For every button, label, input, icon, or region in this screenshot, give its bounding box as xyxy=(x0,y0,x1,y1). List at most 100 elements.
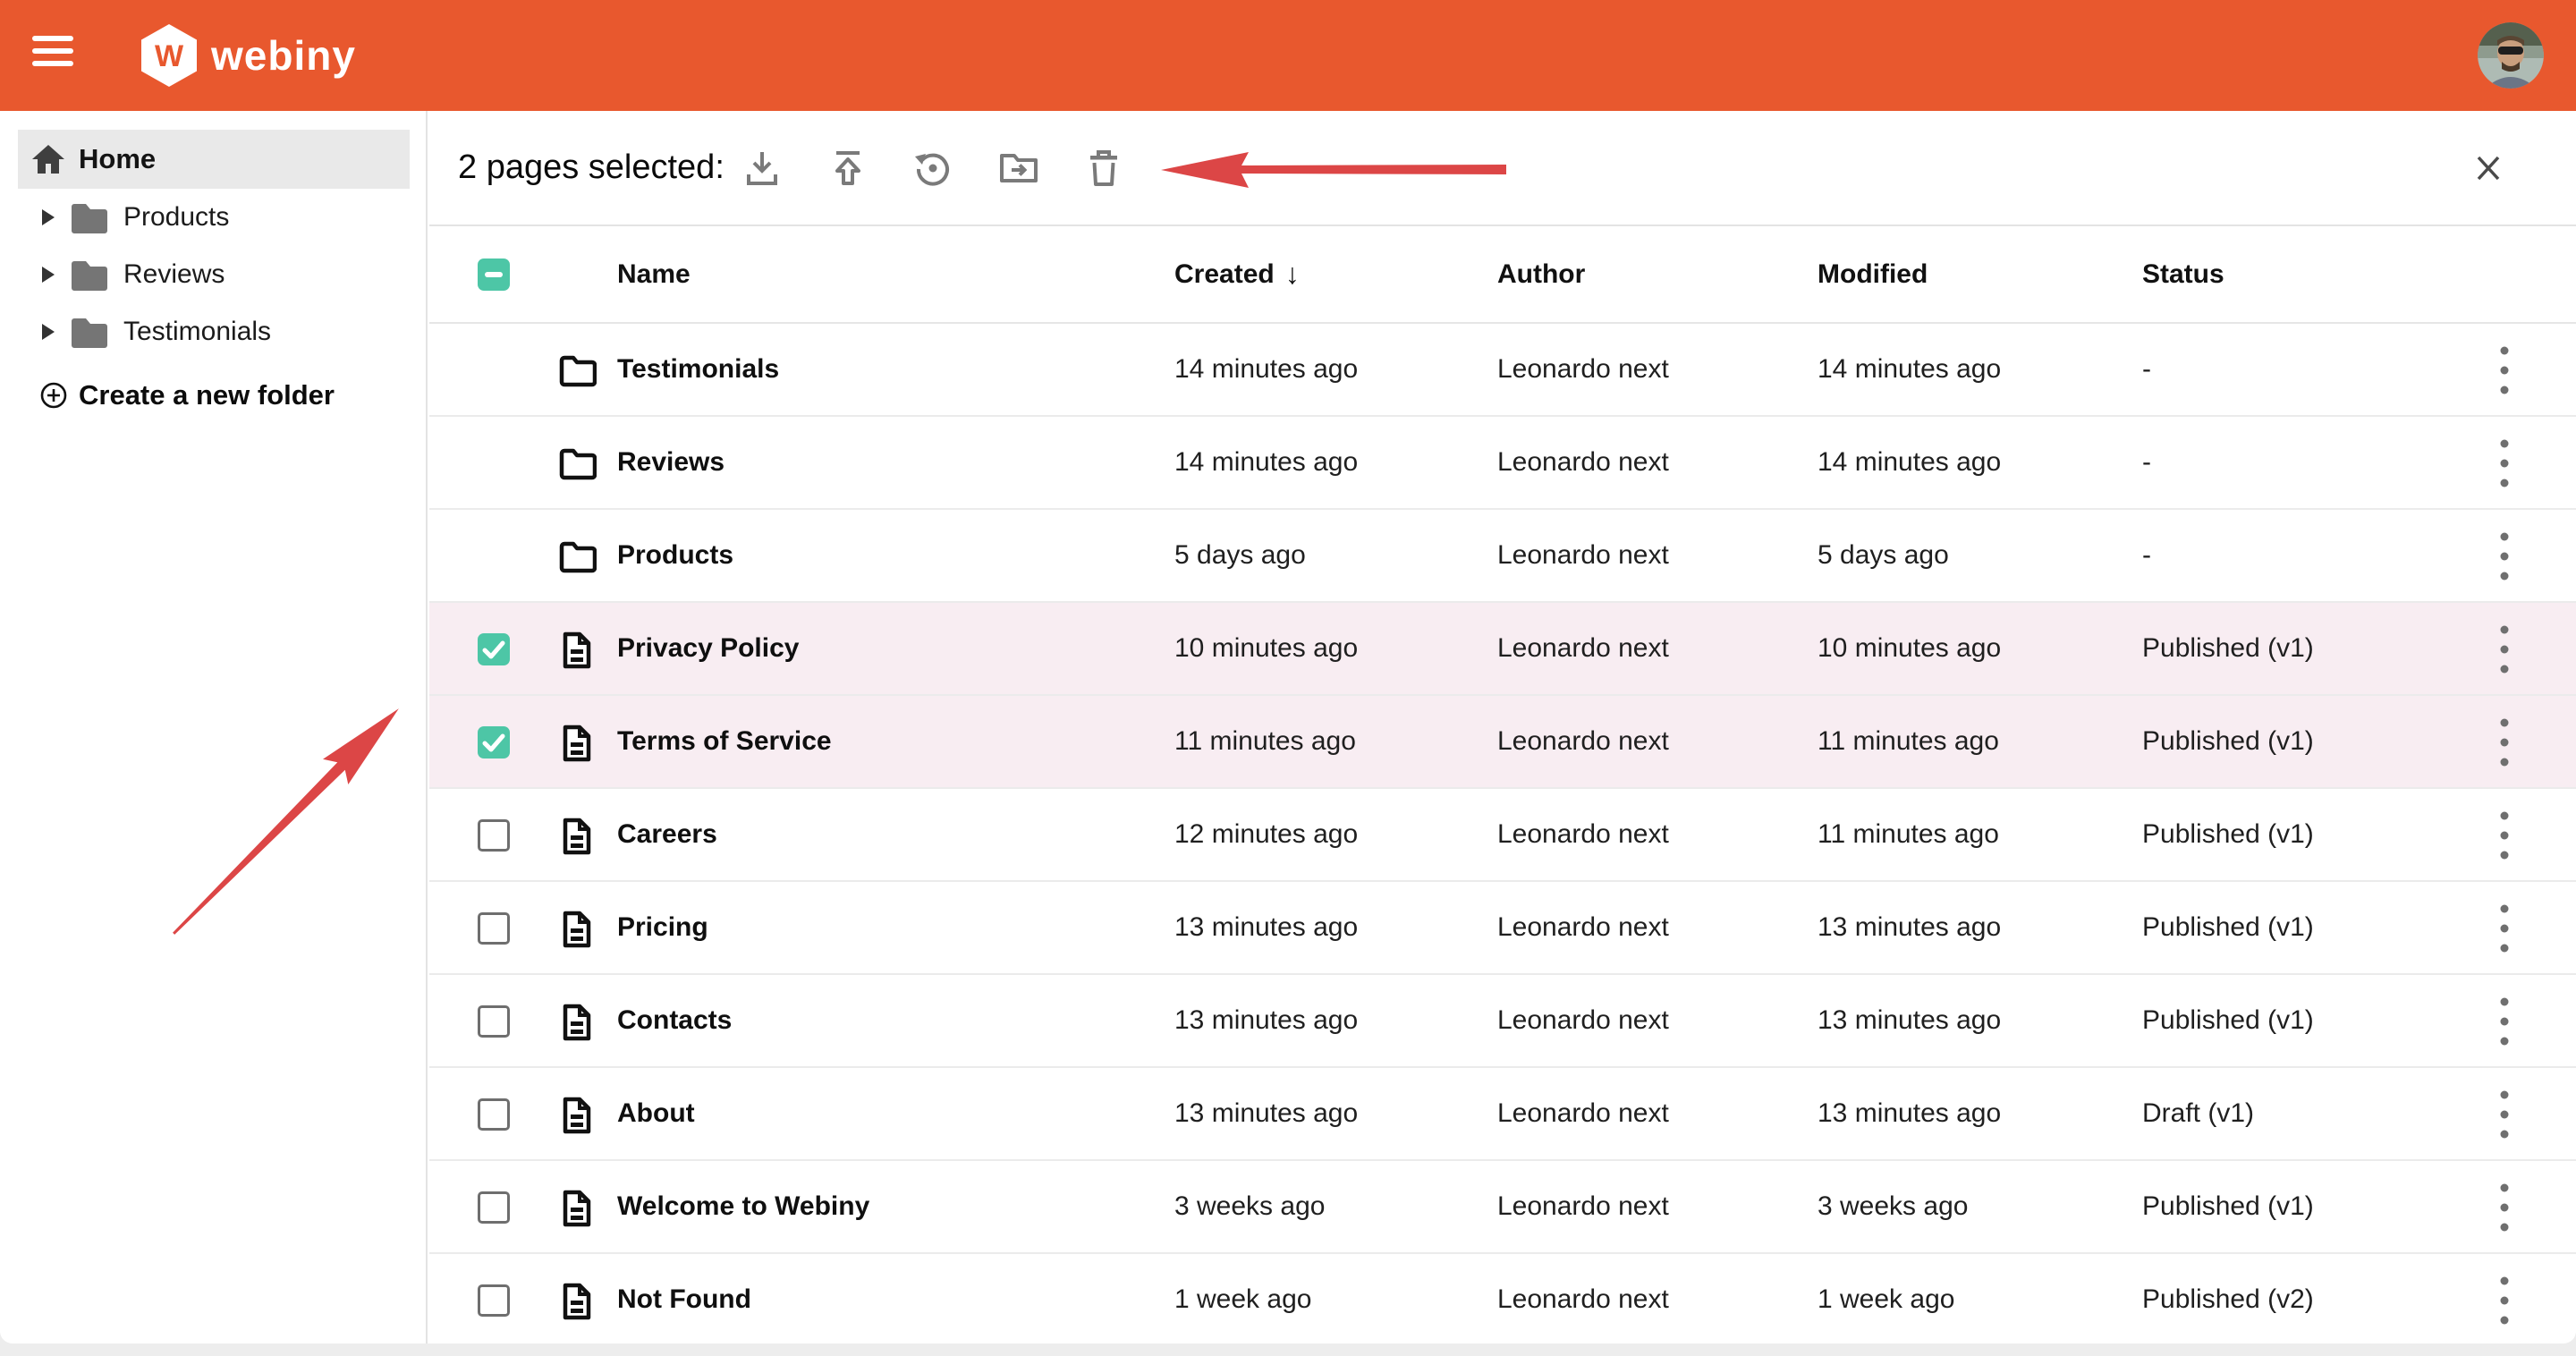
column-header-created-label: Created xyxy=(1174,259,1275,290)
row-menu-button[interactable] xyxy=(2496,715,2513,770)
close-icon[interactable] xyxy=(2470,150,2506,186)
cell-modified: 14 minutes ago xyxy=(1818,324,2001,415)
column-header-modified: Modified xyxy=(1818,226,1928,322)
create-folder-label: Create a new folder xyxy=(79,379,335,411)
kebab-menu-icon xyxy=(2498,529,2511,584)
home-icon xyxy=(30,143,66,175)
cell-name[interactable]: Testimonials xyxy=(617,324,779,415)
cell-name[interactable]: Reviews xyxy=(617,417,724,508)
kebab-menu-icon xyxy=(2498,436,2511,491)
cell-name[interactable]: Products xyxy=(617,510,733,601)
sidebar-home-label: Home xyxy=(79,143,156,175)
expand-caret-icon[interactable] xyxy=(42,324,55,340)
cell-modified: 13 minutes ago xyxy=(1818,1068,2001,1159)
row-menu-button[interactable] xyxy=(2496,1087,2513,1142)
app-surface: Home Products Reviews Testimonials xyxy=(0,111,2576,1343)
kebab-menu-icon xyxy=(2498,1273,2511,1328)
table-body: Testimonials 14 minutes ago Leonardo nex… xyxy=(429,324,2576,1343)
delete-icon[interactable] xyxy=(1083,148,1124,189)
row-checkbox[interactable] xyxy=(478,1191,510,1224)
row-menu-button[interactable] xyxy=(2496,901,2513,956)
cell-author: Leonardo next xyxy=(1497,1254,1669,1343)
cell-name[interactable]: Not Found xyxy=(617,1254,751,1343)
table-row[interactable]: Contacts 13 minutes ago Leonardo next 13… xyxy=(429,975,2576,1068)
table-row[interactable]: Testimonials 14 minutes ago Leonardo nex… xyxy=(429,324,2576,417)
row-checkbox[interactable] xyxy=(478,1005,510,1038)
kebab-menu-icon xyxy=(2498,343,2511,398)
cell-status: Draft (v1) xyxy=(2142,1068,2254,1159)
select-all-checkbox[interactable] xyxy=(478,258,510,291)
expand-caret-icon[interactable] xyxy=(42,267,55,283)
table-row[interactable]: Not Found 1 week ago Leonardo next 1 wee… xyxy=(429,1254,2576,1343)
cell-name[interactable]: Terms of Service xyxy=(617,696,832,787)
move-to-folder-icon[interactable] xyxy=(998,148,1039,189)
cell-name[interactable]: Careers xyxy=(617,789,717,880)
cell-author: Leonardo next xyxy=(1497,975,1669,1066)
cell-name[interactable]: Privacy Policy xyxy=(617,603,799,694)
sidebar-item-products[interactable]: Products xyxy=(0,189,428,246)
cell-name[interactable]: Welcome to Webiny xyxy=(617,1161,869,1252)
row-checkbox[interactable] xyxy=(478,912,510,945)
create-folder-button[interactable]: Create a new folder xyxy=(0,370,428,420)
cell-status: Published (v1) xyxy=(2142,789,2314,880)
selection-count-label: 2 pages selected: xyxy=(458,111,724,225)
folder-icon xyxy=(557,352,597,391)
table-row[interactable]: Privacy Policy 10 minutes ago Leonardo n… xyxy=(429,603,2576,696)
cell-status: - xyxy=(2142,510,2151,601)
cell-status: Published (v1) xyxy=(2142,603,2314,694)
row-menu-button[interactable] xyxy=(2496,622,2513,677)
sidebar-item-testimonials[interactable]: Testimonials xyxy=(0,303,428,360)
cell-author: Leonardo next xyxy=(1497,324,1669,415)
row-menu-button[interactable] xyxy=(2496,529,2513,584)
row-menu-button[interactable] xyxy=(2496,808,2513,863)
sidebar-item-reviews[interactable]: Reviews xyxy=(0,246,428,303)
cell-created: 14 minutes ago xyxy=(1174,417,1358,508)
cell-modified: 1 week ago xyxy=(1818,1254,1954,1343)
sidebar: Home Products Reviews Testimonials xyxy=(0,111,428,1343)
checkmark-icon xyxy=(478,633,510,665)
sidebar-item-home[interactable]: Home xyxy=(18,130,410,189)
cell-modified: 10 minutes ago xyxy=(1818,603,2001,694)
table-row[interactable]: Products 5 days ago Leonardo next 5 days… xyxy=(429,510,2576,603)
table-row[interactable]: Reviews 14 minutes ago Leonardo next 14 … xyxy=(429,417,2576,510)
row-checkbox[interactable] xyxy=(478,1098,510,1131)
row-menu-button[interactable] xyxy=(2496,1273,2513,1328)
cell-name[interactable]: About xyxy=(617,1068,695,1159)
row-checkbox[interactable] xyxy=(478,1284,510,1317)
plus-circle-icon xyxy=(40,382,67,409)
webiny-logo[interactable]: W webiny xyxy=(141,16,356,95)
folder-icon xyxy=(70,316,109,348)
cell-status: Published (v1) xyxy=(2142,1161,2314,1252)
column-header-created[interactable]: Created ↓ xyxy=(1174,226,1300,322)
cell-name[interactable]: Pricing xyxy=(617,882,708,973)
publish-icon[interactable] xyxy=(827,148,869,189)
cell-modified: 14 minutes ago xyxy=(1818,417,2001,508)
cell-created: 13 minutes ago xyxy=(1174,1068,1358,1159)
avatar[interactable] xyxy=(2478,22,2544,89)
column-header-author: Author xyxy=(1497,226,1585,322)
table-row[interactable]: Pricing 13 minutes ago Leonardo next 13 … xyxy=(429,882,2576,975)
row-checkbox-checked[interactable] xyxy=(478,633,510,665)
sidebar-folder-label: Products xyxy=(123,202,229,233)
sort-desc-icon[interactable]: ↓ xyxy=(1285,258,1300,291)
table-row[interactable]: About 13 minutes ago Leonardo next 13 mi… xyxy=(429,1068,2576,1161)
folder-tree: Products Reviews Testimonials xyxy=(0,189,428,360)
cell-name[interactable]: Contacts xyxy=(617,975,732,1066)
document-icon xyxy=(557,724,597,763)
table-row[interactable]: Welcome to Webiny 3 weeks ago Leonardo n… xyxy=(429,1161,2576,1254)
download-icon[interactable] xyxy=(741,148,783,189)
table-row[interactable]: Careers 12 minutes ago Leonardo next 11 … xyxy=(429,789,2576,882)
hamburger-icon[interactable] xyxy=(32,36,73,75)
table-row[interactable]: Terms of Service 11 minutes ago Leonardo… xyxy=(429,696,2576,789)
cell-created: 11 minutes ago xyxy=(1174,696,1356,787)
avatar-image xyxy=(2478,22,2544,89)
cell-author: Leonardo next xyxy=(1497,882,1669,973)
expand-caret-icon[interactable] xyxy=(42,209,55,225)
row-menu-button[interactable] xyxy=(2496,343,2513,398)
row-menu-button[interactable] xyxy=(2496,436,2513,491)
row-checkbox[interactable] xyxy=(478,819,510,852)
row-menu-button[interactable] xyxy=(2496,1180,2513,1235)
row-checkbox-checked[interactable] xyxy=(478,726,510,759)
restore-icon[interactable] xyxy=(912,148,953,189)
row-menu-button[interactable] xyxy=(2496,994,2513,1049)
